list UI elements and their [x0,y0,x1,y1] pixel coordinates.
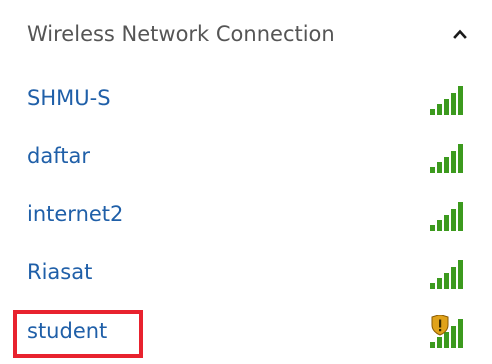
signal-full-icon [430,144,463,173]
signal-full-icon [430,86,463,115]
section-title: Wireless Network Connection [27,22,335,46]
wireless-network-panel: Wireless Network Connection SHMU-S dafta… [0,0,492,364]
selection-highlight-box [13,310,143,358]
wireless-section-header[interactable]: Wireless Network Connection [0,16,492,60]
signal-full-icon [430,202,463,231]
signal-full-shield-icon [430,315,463,348]
network-name: Riasat [27,260,93,284]
network-name: SHMU-S [27,86,111,110]
signal-full-icon [430,260,463,289]
network-name: daftar [27,144,90,168]
chevron-up-icon[interactable] [452,26,468,42]
network-item-riasat[interactable]: Riasat [0,250,492,300]
network-item-daftar[interactable]: daftar [0,134,492,184]
network-item-internet2[interactable]: internet2 [0,192,492,242]
network-item-shmu-s[interactable]: SHMU-S [0,76,492,126]
network-name: internet2 [27,202,124,226]
